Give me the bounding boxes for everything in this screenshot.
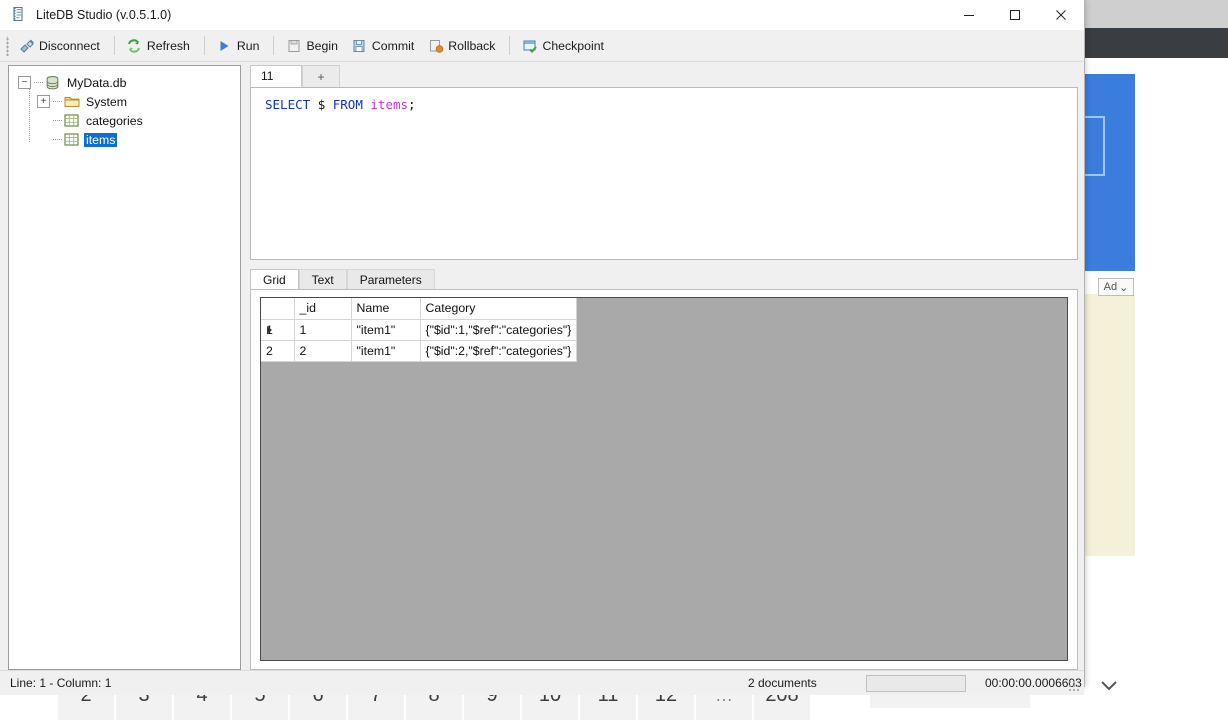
sql-token-collection: items <box>370 97 409 112</box>
window-title: LiteDB Studio (v.0.5.1.0) <box>36 8 172 22</box>
run-button[interactable]: Run <box>211 33 268 59</box>
column-header-name[interactable]: Name <box>351 298 421 320</box>
database-icon <box>44 75 61 90</box>
cursor-position-status: Line: 1 - Column: 1 <box>10 676 112 690</box>
tree-node-label: System <box>86 94 127 109</box>
litedb-studio-window: LiteDB Studio (v.0.5.1.0) Disconnect Ref… <box>0 0 1085 695</box>
cell-id[interactable]: 1 <box>294 319 352 341</box>
disconnect-label: Disconnect <box>39 38 100 53</box>
close-icon[interactable] <box>1038 0 1084 30</box>
toolbar-separator <box>273 36 275 55</box>
cell-id[interactable]: 2 <box>294 340 352 362</box>
toolbar-separator <box>113 36 115 55</box>
column-header-id[interactable]: _id <box>294 298 352 320</box>
toolbar-separator <box>203 36 205 55</box>
tab-text[interactable]: Text <box>298 269 347 289</box>
table-row[interactable]: 1 1 "item1" {"$id":1,"$ref":"categories"… <box>261 319 578 341</box>
refresh-arrows-icon <box>126 37 143 54</box>
table-icon <box>63 132 80 147</box>
tree-connector <box>53 139 62 140</box>
sql-token-semicolon: ; <box>408 97 416 112</box>
tree-node-items[interactable]: items <box>9 130 240 149</box>
maximize-icon[interactable] <box>992 0 1038 30</box>
main-toolbar: Disconnect Refresh Run Begin Commit Roll… <box>0 30 1084 62</box>
database-document-icon <box>11 6 29 24</box>
rollback-label: Rollback <box>448 38 496 53</box>
refresh-button[interactable]: Refresh <box>121 33 198 59</box>
toolbar-grip[interactable] <box>4 35 11 56</box>
tree-node-database[interactable]: − MyData.db <box>9 73 240 92</box>
refresh-label: Refresh <box>146 38 190 53</box>
background-ad-banner[interactable] <box>1079 74 1135 271</box>
sql-token-select: SELECT <box>265 97 311 112</box>
tree-node-system[interactable]: + System <box>9 92 240 111</box>
run-label: Run <box>236 38 260 53</box>
column-header-rownum[interactable] <box>261 298 295 320</box>
tab-query-11[interactable]: 11 <box>250 65 302 87</box>
tree-connector <box>53 101 62 102</box>
tree-connector <box>53 120 62 121</box>
checkpoint-button[interactable]: Checkpoint <box>516 33 612 59</box>
row-header[interactable]: 2 <box>261 340 295 362</box>
progress-bar <box>866 675 966 692</box>
sql-token-from: FROM <box>332 97 363 112</box>
tree-node-label: categories <box>86 113 143 128</box>
results-tab-strip[interactable]: Grid Text Parameters <box>250 269 1078 289</box>
toolbar-separator <box>509 36 511 55</box>
row-header-current[interactable]: 1 <box>261 319 295 341</box>
new-tab-button[interactable]: + <box>302 65 340 87</box>
results-grid-container: _id Name Category 1 1 "item1" {"$id":1,"… <box>250 289 1078 670</box>
row-number: 2 <box>266 343 273 358</box>
background-sidebar-panel <box>1083 294 1135 556</box>
status-bar: Line: 1 - Column: 1 2 documents 00:00:00… <box>0 670 1084 695</box>
window-controls <box>946 0 1084 30</box>
rollback-button[interactable]: Rollback <box>422 33 503 59</box>
resize-grip[interactable] <box>1068 680 1079 691</box>
tree-node-categories[interactable]: categories <box>9 111 240 130</box>
sql-editor[interactable]: SELECT $ FROM items; <box>250 87 1078 260</box>
cell-name[interactable]: "item1" <box>351 340 421 362</box>
begin-button[interactable]: Begin <box>280 33 345 59</box>
disconnect-plug-icon <box>18 37 35 54</box>
disconnect-button[interactable]: Disconnect <box>13 33 108 59</box>
results-grid[interactable]: _id Name Category 1 1 "item1" {"$id":1,"… <box>260 297 1068 661</box>
document-count-status: 2 documents <box>748 676 817 690</box>
minimize-icon[interactable] <box>946 0 992 30</box>
main-content: − MyData.db + System categories items 11… <box>0 62 1084 670</box>
table-icon <box>63 113 80 128</box>
window-title-bar[interactable]: LiteDB Studio (v.0.5.1.0) <box>0 0 1084 30</box>
checkpoint-icon <box>521 37 538 54</box>
chevron-down-icon: ⌄ <box>1119 281 1129 294</box>
commit-save-icon <box>351 37 368 54</box>
ad-choices-label[interactable]: Ad ⌄ <box>1098 278 1134 296</box>
tree-node-label-selected: items <box>84 132 118 147</box>
tree-expander-expand[interactable]: + <box>37 95 50 108</box>
cell-name[interactable]: "item1" <box>351 319 421 341</box>
tab-parameters[interactable]: Parameters <box>346 269 435 289</box>
ad-label-text: Ad <box>1103 281 1118 293</box>
tree-node-label: MyData.db <box>67 75 127 90</box>
table-header-row: _id Name Category <box>261 298 578 320</box>
table-row[interactable]: 2 2 "item1" {"$id":2,"$ref":"categories"… <box>261 340 578 362</box>
tree-expander-collapse[interactable]: − <box>18 76 31 89</box>
cell-category[interactable]: {"$id":2,"$ref":"categories"} <box>420 340 578 362</box>
cell-category[interactable]: {"$id":1,"$ref":"categories"} <box>420 319 578 341</box>
tab-grid[interactable]: Grid <box>250 269 299 289</box>
commit-button[interactable]: Commit <box>346 33 422 59</box>
column-header-category[interactable]: Category <box>420 298 578 320</box>
rollback-icon <box>427 37 444 54</box>
run-play-icon <box>216 37 233 54</box>
current-row-arrow-icon <box>267 325 272 334</box>
commit-label: Commit <box>371 38 415 53</box>
database-tree-panel[interactable]: − MyData.db + System categories items <box>8 65 241 670</box>
editor-tab-strip[interactable]: 11 + <box>250 65 1078 87</box>
checkpoint-label: Checkpoint <box>542 38 604 53</box>
tree-connector <box>34 82 43 83</box>
begin-label: Begin <box>306 38 338 53</box>
editor-and-results: 11 + SELECT $ FROM items; Grid Text Para… <box>250 65 1078 670</box>
begin-transaction-icon <box>285 37 302 54</box>
results-table[interactable]: _id Name Category 1 1 "item1" {"$id":1,"… <box>261 298 578 362</box>
folder-icon <box>63 94 80 109</box>
